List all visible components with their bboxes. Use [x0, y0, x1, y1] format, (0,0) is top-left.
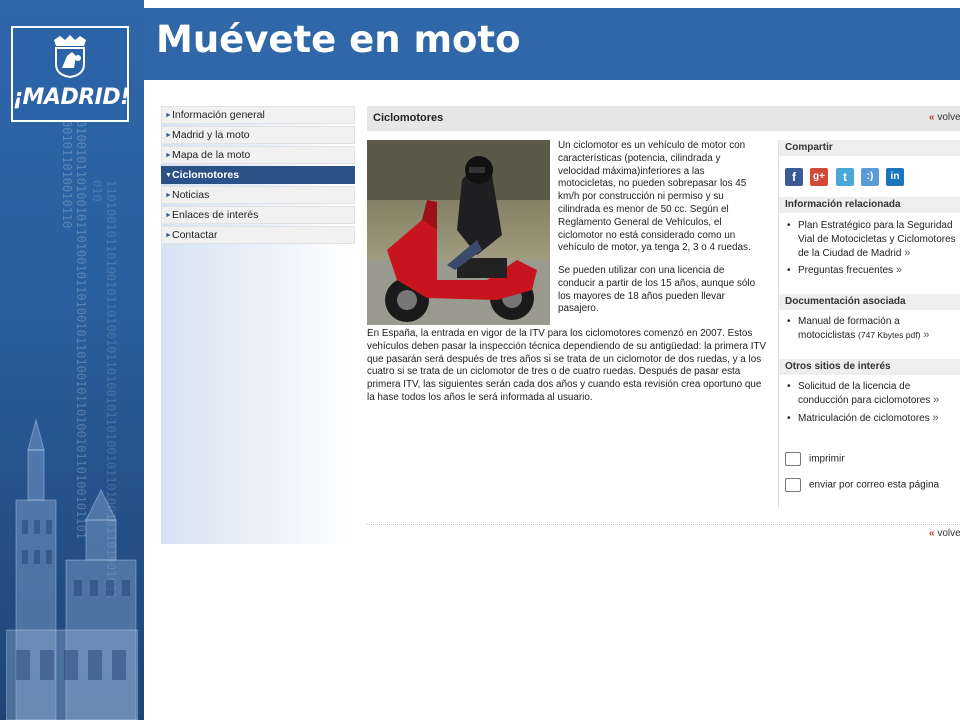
caret-right-icon: ► — [165, 152, 172, 159]
double-chevron-icon: » — [904, 247, 911, 259]
back-link-bottom[interactable]: « volve — [929, 528, 960, 539]
nav-item-label: Noticias — [172, 189, 210, 201]
section-title: Ciclomotores — [373, 112, 444, 124]
caret-right-icon: ► — [165, 132, 172, 139]
other-sites-heading: Otros sitios de interés — [779, 359, 960, 375]
docs-heading: Documentación asociada — [779, 294, 960, 310]
cibeles-palace-illustration — [6, 418, 138, 720]
nav-item-label: Enlaces de interés — [172, 209, 259, 221]
nav-item-label: Ciclomotores — [172, 169, 240, 181]
madrid-crest-icon — [54, 35, 86, 79]
caret-right-icon: ► — [165, 212, 172, 219]
back-link-top[interactable]: « volve — [929, 112, 960, 123]
main-content: Ciclomotores « volve Un ciclomotor es un… — [367, 106, 960, 544]
caret-right-icon: ► — [165, 192, 172, 199]
title-bar: Muévete en moto — [144, 8, 960, 80]
double-chevron-icon: » — [923, 329, 930, 341]
double-chevron-icon: » — [895, 264, 902, 276]
madrid-logo: ¡MADRID! — [11, 26, 130, 122]
nav-item-mapa-de-la-moto[interactable]: ► Mapa de la moto — [161, 146, 355, 164]
left-navigation: ► Información general ► Madrid y la moto ►… — [161, 106, 356, 544]
google-plus-icon[interactable]: g+ — [810, 168, 828, 186]
caret-right-icon: ► — [165, 112, 172, 119]
facebook-icon[interactable]: f — [785, 168, 803, 186]
website-screenshot: ► Información general ► Madrid y la moto ►… — [161, 100, 960, 545]
nav-item-informacion-general[interactable]: ► Información general — [161, 106, 355, 124]
nav-item-label: Mapa de la moto — [172, 149, 251, 161]
double-chevron-icon: » — [932, 412, 939, 424]
related-info-heading: Información relacionada — [779, 197, 960, 213]
scooter-rider-image — [367, 140, 550, 325]
nav-item-noticias[interactable]: ► Noticias — [161, 186, 355, 204]
file-size-label: (747 Kbytes pdf) — [858, 330, 921, 340]
share-heading: Compartir — [779, 140, 960, 156]
nav-item-enlaces-de-interes[interactable]: ► Enlaces de interés — [161, 206, 355, 224]
scooter-photo — [367, 140, 550, 325]
right-sidebar: Compartir f g+ t :) in Información relac… — [778, 140, 960, 508]
tuenti-icon[interactable]: :) — [861, 168, 879, 186]
double-chevron-icon: » — [933, 394, 940, 406]
left-decorative-band: 0100101101001011010010110100101101001011… — [0, 0, 144, 720]
twitter-icon[interactable]: t — [836, 168, 854, 186]
nav-item-ciclomotores[interactable]: ▼ Ciclomotores — [161, 166, 355, 184]
email-link[interactable]: enviar por correo esta página — [785, 478, 939, 492]
nav-item-label: Contactar — [172, 229, 218, 241]
printer-icon — [785, 452, 801, 466]
nav-item-madrid-y-la-moto[interactable]: ► Madrid y la moto — [161, 126, 355, 144]
section-header: Ciclomotores « volve — [367, 106, 960, 131]
paragraph-3: En España, la entrada en vigor de la ITV… — [367, 328, 767, 403]
back-link-label: volve — [937, 112, 960, 123]
caret-down-icon: ▼ — [165, 172, 172, 179]
envelope-icon — [785, 478, 801, 492]
logo-text: ¡MADRID! — [13, 85, 130, 110]
divider — [367, 524, 960, 525]
linkedin-icon[interactable]: in — [886, 168, 904, 186]
back-quote-icon: « — [929, 112, 935, 123]
back-link-label: volve — [937, 528, 960, 539]
back-quote-icon: « — [929, 528, 935, 539]
nav-item-contactar[interactable]: ► Contactar — [161, 226, 355, 244]
paragraph-1: Un ciclomotor es un vehículo de motor co… — [558, 140, 751, 254]
print-link[interactable]: imprimir — [785, 452, 845, 466]
page-title: Muévete en moto — [156, 18, 521, 61]
paragraph-2: Se pueden utilizar con una licencia de c… — [558, 265, 756, 315]
caret-right-icon: ► — [165, 232, 172, 239]
nav-item-label: Información general — [172, 109, 265, 121]
nav-item-label: Madrid y la moto — [172, 129, 250, 141]
